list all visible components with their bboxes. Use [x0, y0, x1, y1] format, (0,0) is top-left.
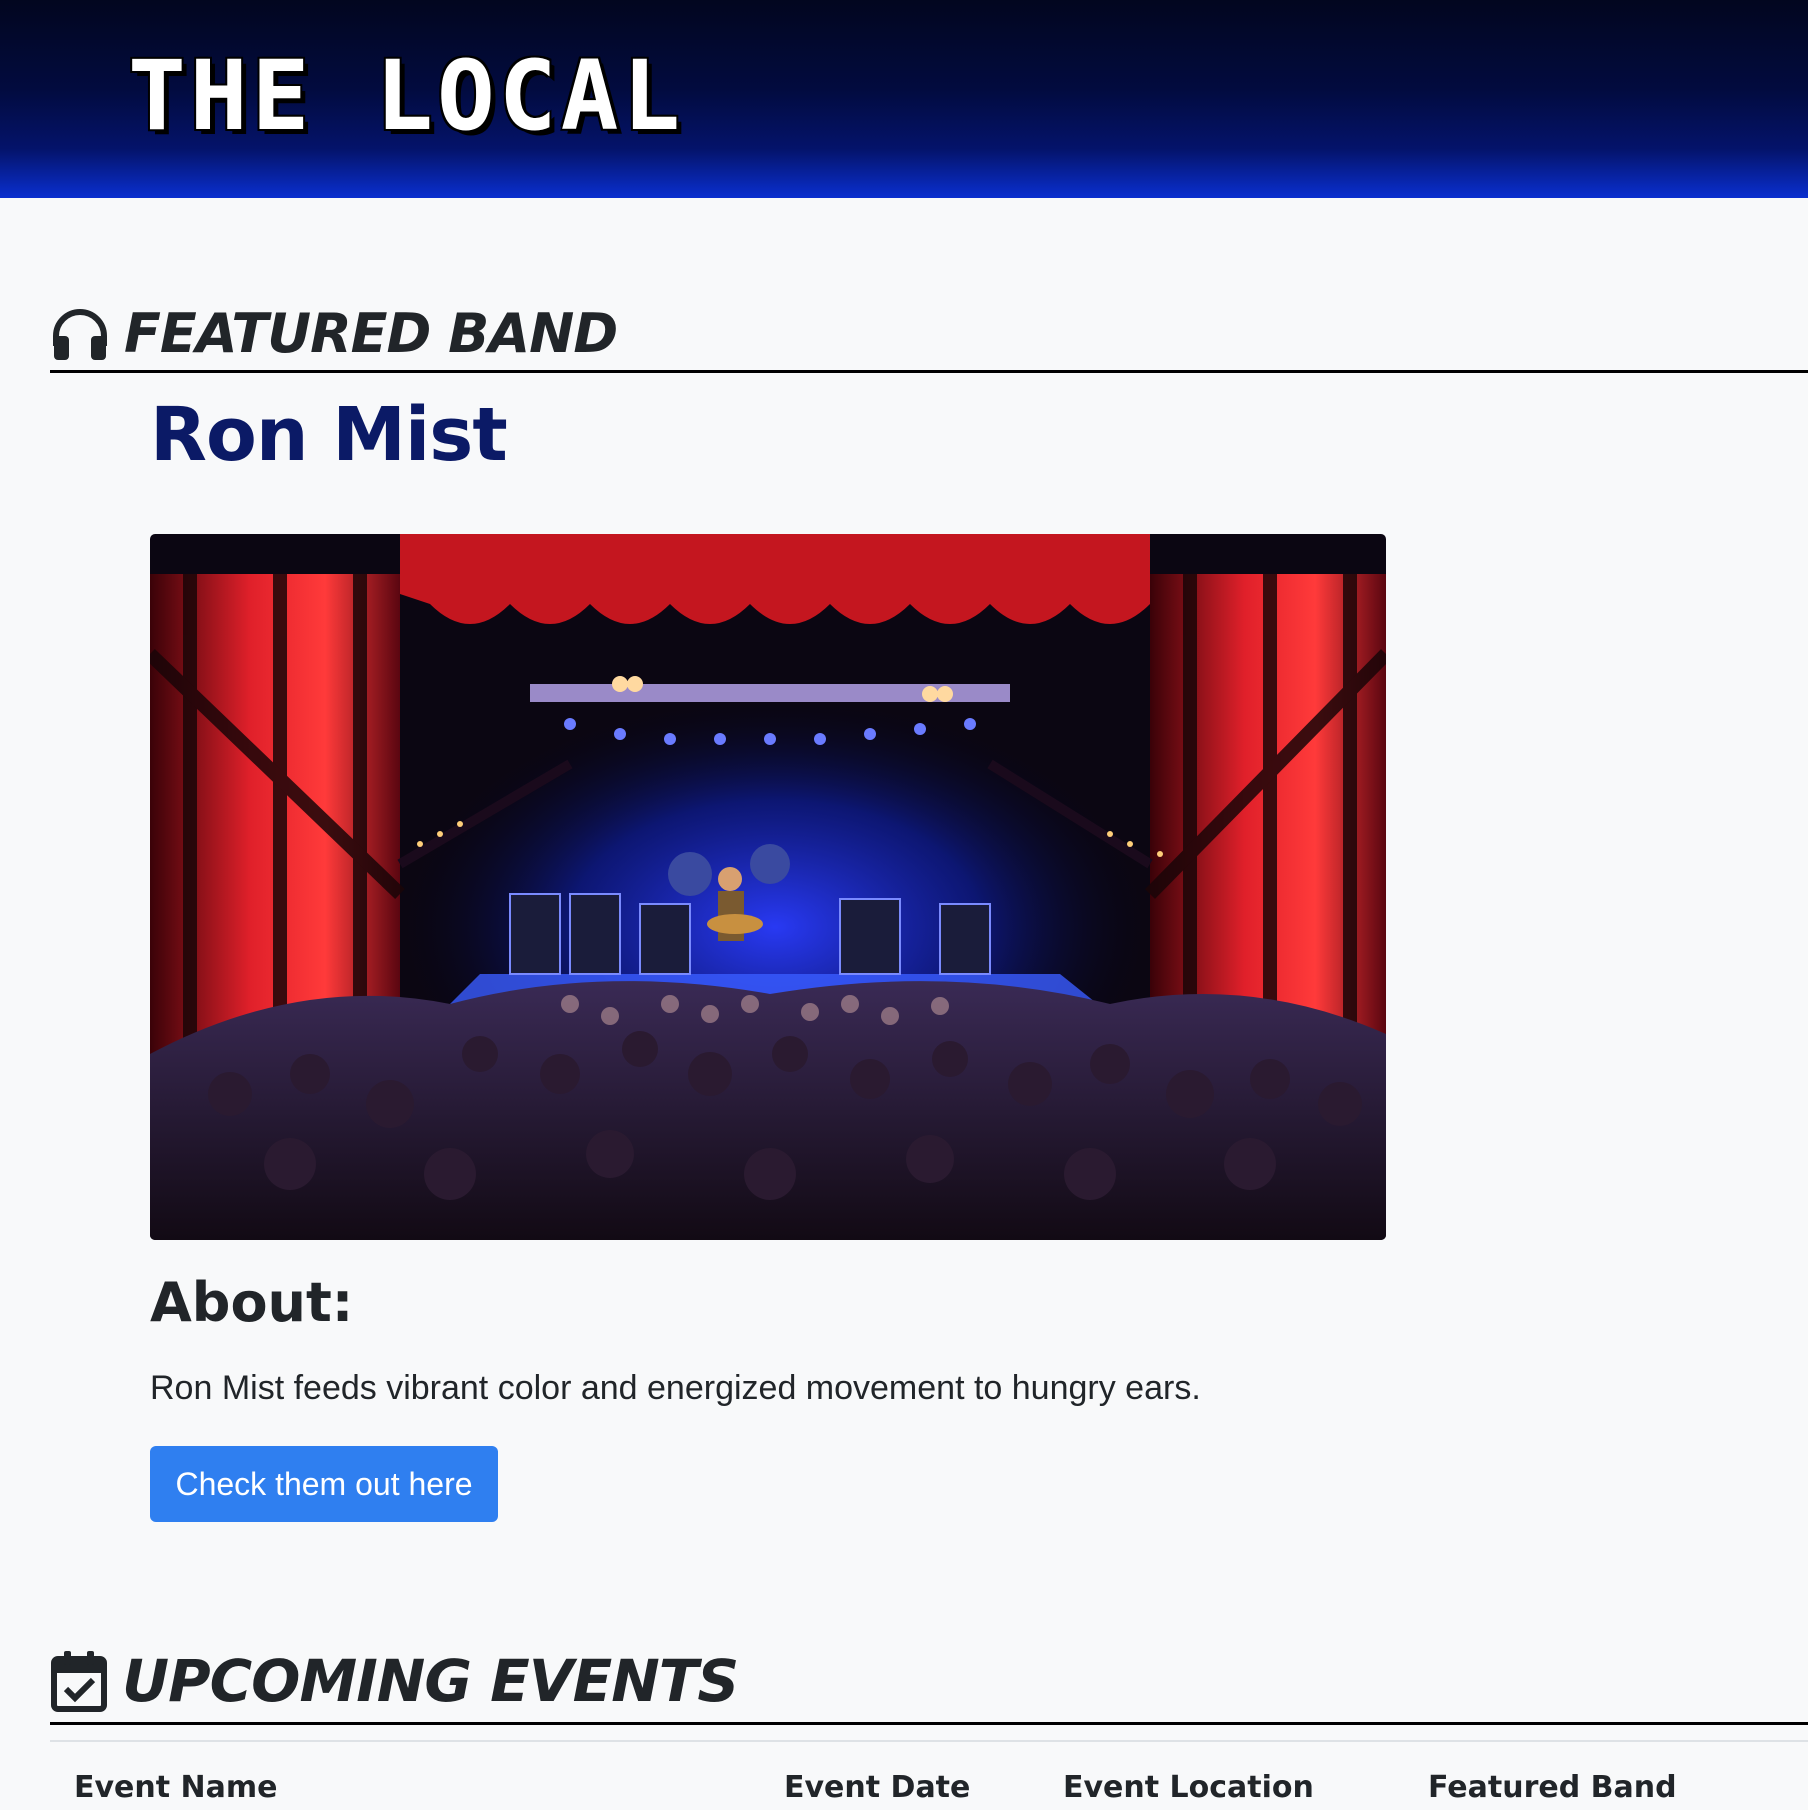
upcoming-events-heading: UPCOMING EVENTS	[50, 1640, 1808, 1725]
upcoming-events-title: UPCOMING EVENTS	[122, 1647, 739, 1715]
column-header-event-location: Event Location	[1063, 1770, 1314, 1805]
column-header-event-date: Event Date	[784, 1770, 971, 1805]
site-logo[interactable]: THE LOCAL	[128, 48, 684, 144]
featured-band-title: FEATURED BAND	[124, 301, 618, 365]
events-table-header: Event Name Event Date Event Location Fea…	[50, 1742, 1808, 1810]
site-header: THE LOCAL	[0, 0, 1808, 198]
events-table: Event Name Event Date Event Location Fea…	[50, 1740, 1808, 1810]
check-them-out-button[interactable]: Check them out here	[150, 1446, 498, 1522]
band-photo	[150, 534, 1386, 1240]
column-header-featured-band: Featured Band	[1428, 1770, 1677, 1805]
about-text: Ron Mist feeds vibrant color and energiz…	[150, 1369, 1201, 1407]
about-heading: About:	[150, 1271, 354, 1334]
column-header-event-name: Event Name	[74, 1770, 278, 1805]
band-name: Ron Mist	[150, 392, 508, 478]
calendar-check-icon	[50, 1649, 108, 1713]
featured-band-heading: FEATURED BAND	[50, 296, 1808, 373]
headphones-icon	[50, 306, 110, 360]
